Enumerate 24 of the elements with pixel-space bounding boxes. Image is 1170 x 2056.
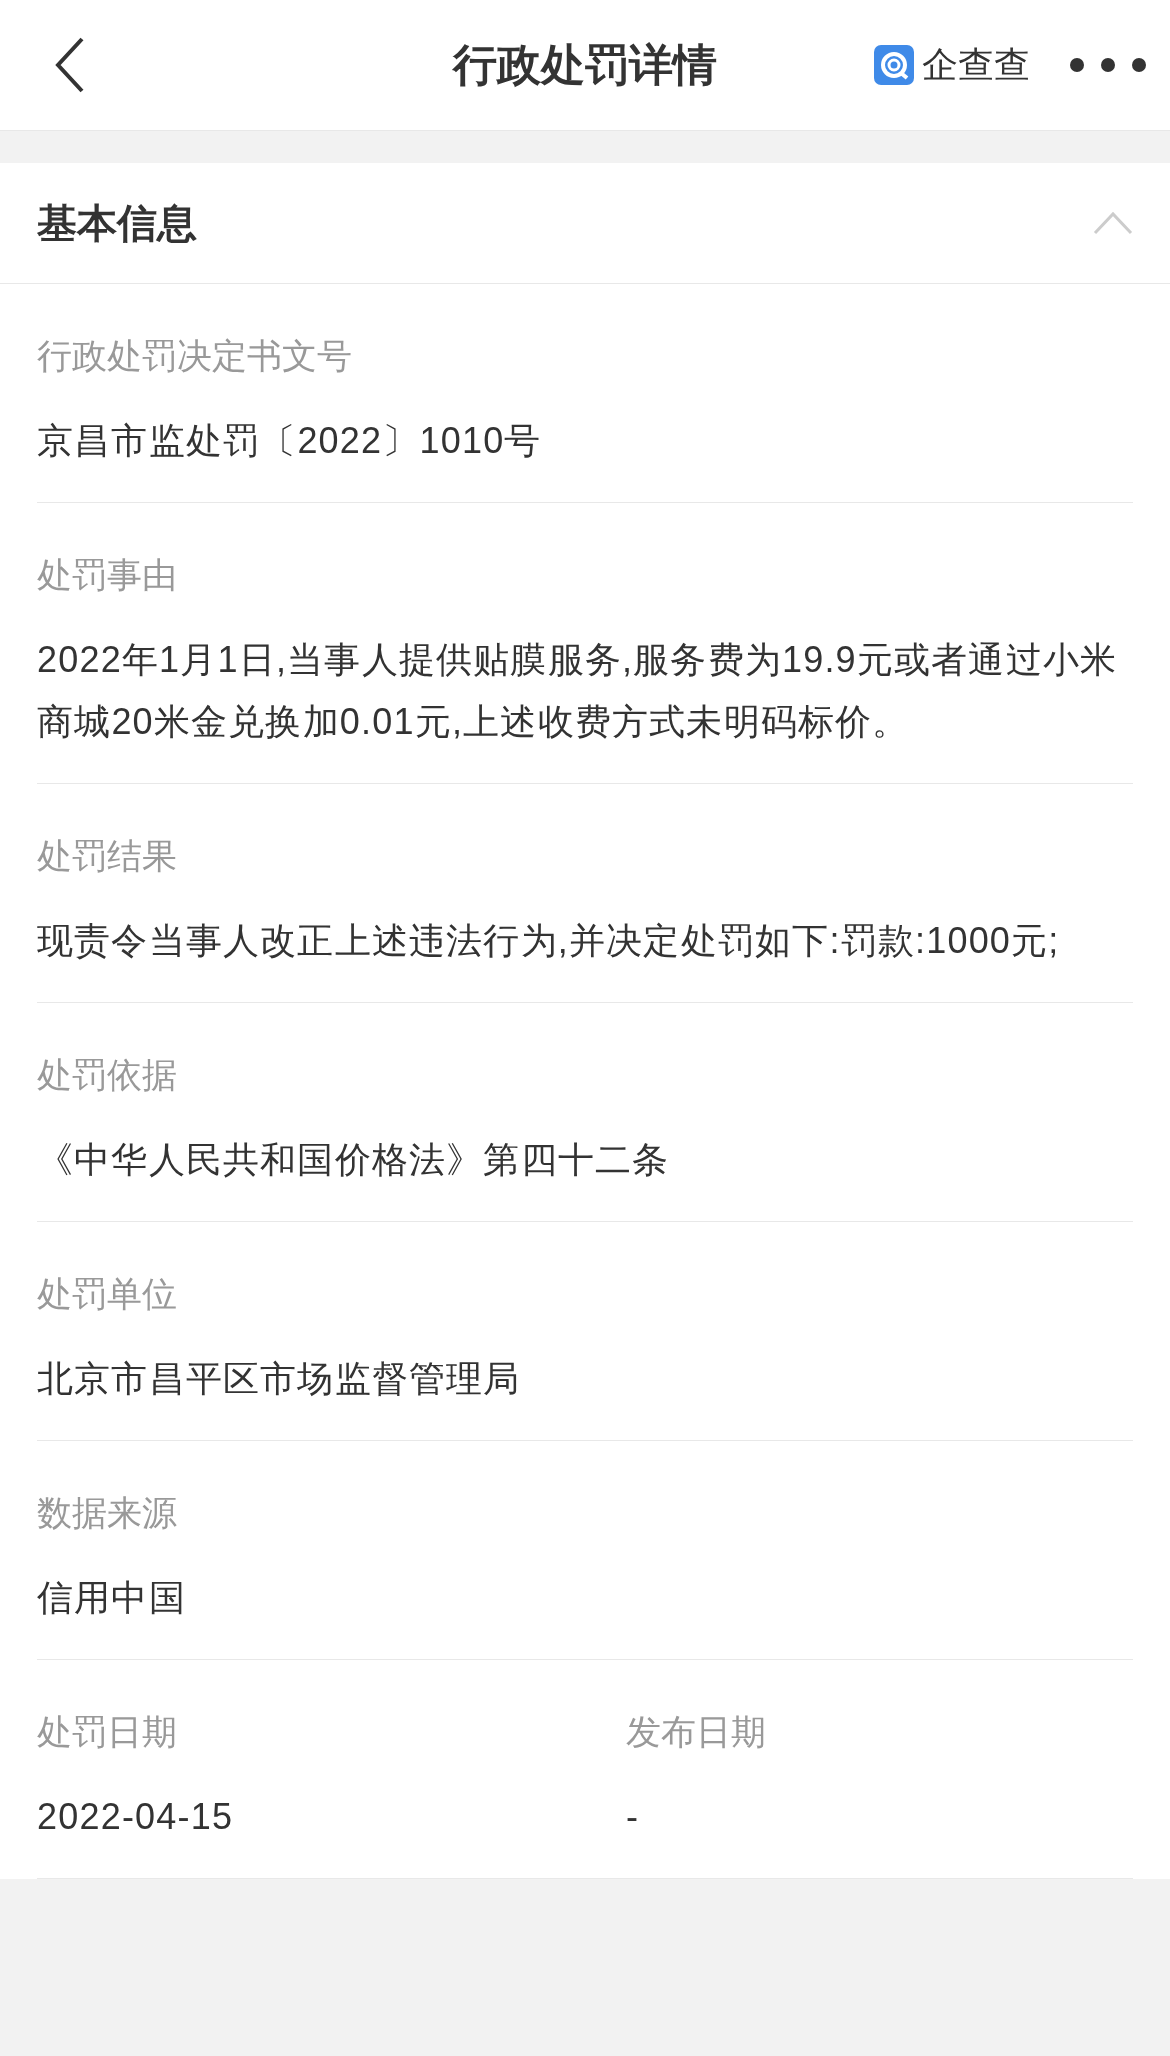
field-label: 发布日期 (626, 1711, 767, 1753)
more-icon (1070, 58, 1146, 72)
field-value: 2022年1月1日,当事人提供贴膜服务,服务费为19.9元或者通过小米商城20米金兑换加0.01元,上述收费方式未明码标价。 (37, 638, 1119, 744)
section-title: 基本信息 (37, 199, 197, 247)
field-label: 处罚日期 (37, 1711, 178, 1753)
page-title: 行政处罚详情 (453, 39, 717, 91)
chevron-icon (1093, 210, 1133, 236)
field-label: 处罚单位 (37, 1273, 178, 1315)
back-icon (55, 37, 85, 93)
field-value: 京昌市监处罚〔2022〕1010号 (37, 419, 543, 463)
field-label: 行政处罚决定书文号 (37, 335, 353, 377)
field-value: - (626, 1795, 641, 1839)
field-value: 信用中国 (37, 1576, 187, 1620)
field-value: 《中华人民共和国价格法》第四十二条 (37, 1138, 671, 1182)
field-label: 处罚结果 (37, 835, 178, 877)
logo-icon (874, 45, 914, 85)
field-value: 北京市昌平区市场监督管理局 (37, 1357, 522, 1401)
field-value: 现责令当事人改正上述违法行为,并决定处罚如下:罚款:1000元; (37, 919, 1061, 963)
field-value: 2022-04-15 (37, 1795, 235, 1839)
field-label: 数据来源 (37, 1492, 178, 1534)
field-label: 处罚事由 (37, 554, 178, 596)
brand-name: 企查查 (922, 42, 1030, 87)
field-label: 处罚依据 (37, 1054, 178, 1096)
collapse-toggle[interactable] (1093, 210, 1133, 236)
